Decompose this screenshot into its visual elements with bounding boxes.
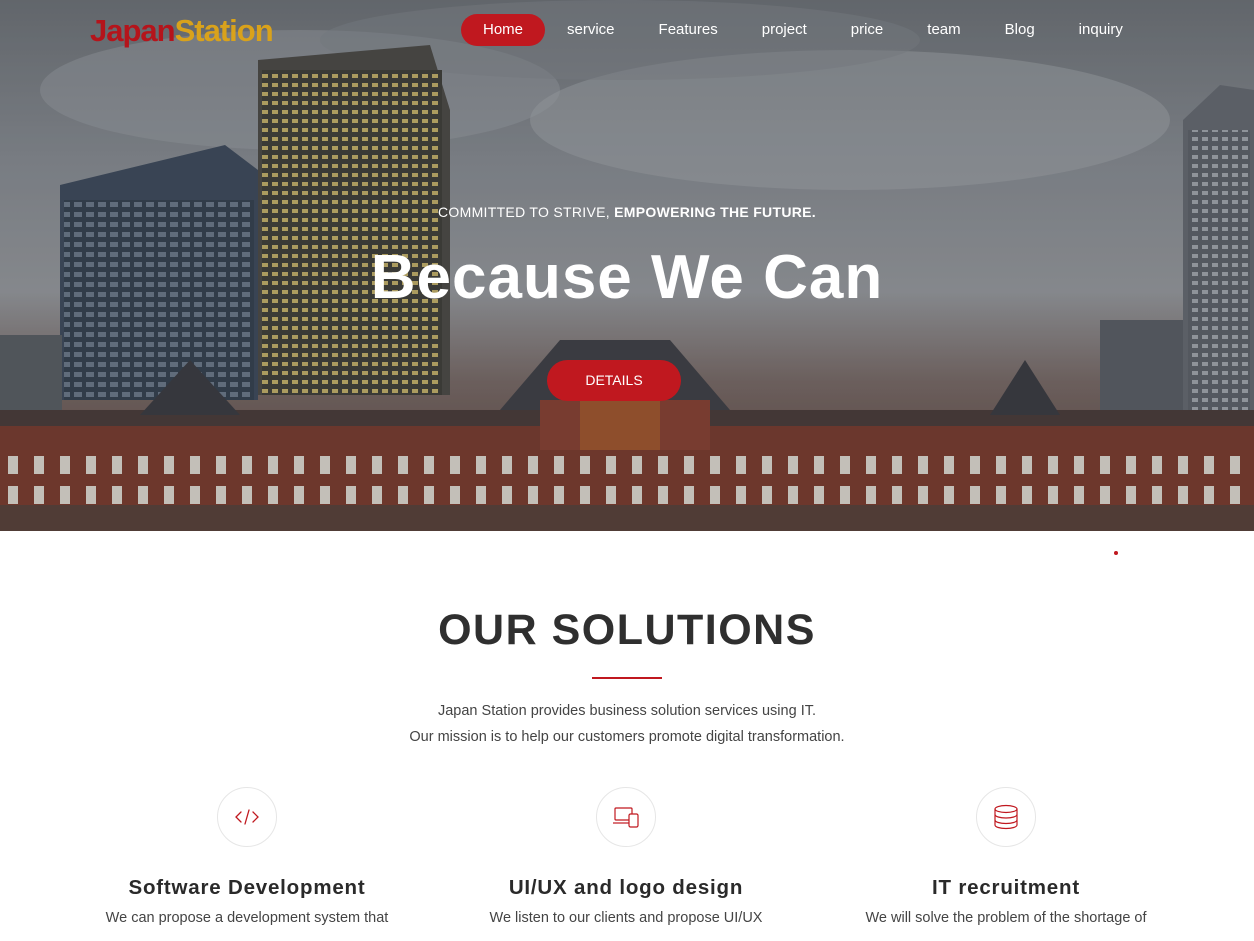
slider-indicator-dot[interactable] xyxy=(1114,551,1118,555)
hero-tagline-bold: EMPOWERING THE FUTURE. xyxy=(614,204,816,220)
nav-item-service[interactable]: service xyxy=(545,14,637,46)
solution-card-title: Software Development xyxy=(128,876,366,899)
nav-item-blog[interactable]: Blog xyxy=(983,14,1057,46)
solutions-subtitle-line2: Our mission is to help our customers pro… xyxy=(409,729,845,745)
solution-card-text: We will solve the problem of the shortag… xyxy=(865,910,1147,926)
solution-card-software: Software Development We can propose a de… xyxy=(82,787,412,926)
logo-text-station: Station xyxy=(174,13,274,48)
solutions-divider xyxy=(592,677,662,679)
hero-headline: Because We Can xyxy=(370,243,884,312)
site-logo[interactable]: JapanStation xyxy=(90,13,274,49)
solution-card-text: We can propose a development system that xyxy=(105,910,389,926)
main-navigation: Home service Features project price team… xyxy=(461,14,1145,46)
nav-item-features[interactable]: Features xyxy=(637,14,740,46)
nav-item-inquiry[interactable]: inquiry xyxy=(1057,14,1145,46)
hero-tagline-regular: COMMITTED TO STRIVE, xyxy=(438,204,615,220)
solution-card-design: UI/UX and logo design We listen to our c… xyxy=(461,787,791,926)
logo-text-japan: Japan xyxy=(90,13,176,48)
solutions-title: OUR SOLUTIONS xyxy=(438,606,816,654)
code-icon xyxy=(217,787,277,847)
nav-item-team[interactable]: team xyxy=(905,14,982,46)
database-icon xyxy=(976,787,1036,847)
solutions-subtitle-line1: Japan Station provides business solution… xyxy=(437,703,816,719)
devices-icon xyxy=(596,787,656,847)
nav-item-price[interactable]: price xyxy=(829,14,906,46)
hero-banner: JapanStation Home service Features proje… xyxy=(0,0,1254,531)
details-button[interactable]: DETAILS xyxy=(547,360,681,401)
solutions-subtitle: Japan Station provides business solution… xyxy=(0,698,1254,750)
solution-card-recruitment: IT recruitment We will solve the problem… xyxy=(841,787,1171,926)
solution-card-title: UI/UX and logo design xyxy=(508,876,744,899)
nav-item-project[interactable]: project xyxy=(740,14,829,46)
hero-tagline: COMMITTED TO STRIVE, EMPOWERING THE FUTU… xyxy=(0,204,1254,220)
solution-card-title: IT recruitment xyxy=(932,876,1080,899)
solution-card-text: We listen to our clients and propose UI/… xyxy=(489,910,763,926)
nav-item-home[interactable]: Home xyxy=(461,14,546,46)
